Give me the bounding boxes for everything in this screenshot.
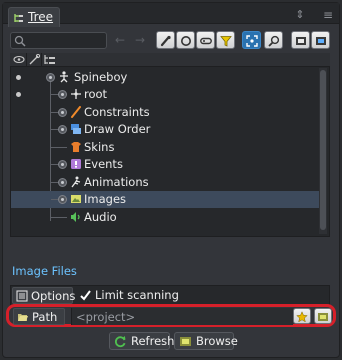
tree-icon xyxy=(14,14,23,22)
hierarchy-icon[interactable] xyxy=(44,54,56,65)
tab-bar: Tree ⇕ ≡ xyxy=(3,3,339,27)
open-folder-icon xyxy=(18,314,28,321)
expand-toggle[interactable] xyxy=(58,108,67,117)
search-icon xyxy=(14,35,26,47)
tree-row-label: Images xyxy=(84,192,127,206)
cut-button[interactable] xyxy=(291,31,310,49)
find-icon xyxy=(268,35,280,47)
expand-toggle[interactable] xyxy=(46,73,55,82)
attachments-filter-button[interactable] xyxy=(196,31,215,49)
back-arrow-icon[interactable]: ← xyxy=(112,32,128,48)
expand-toggle[interactable] xyxy=(58,125,67,134)
path-row-highlight: Path xyxy=(6,304,336,327)
keys-icon[interactable] xyxy=(29,54,41,65)
cut-icon xyxy=(296,37,306,45)
column-divider xyxy=(41,53,42,67)
visibility-dot[interactable] xyxy=(16,92,21,97)
audio-icon xyxy=(71,212,80,222)
skeleton-icon xyxy=(60,71,68,83)
tree-row[interactable]: Events xyxy=(11,156,319,173)
column-divider xyxy=(26,53,27,67)
star-icon xyxy=(296,311,308,323)
refresh-icon xyxy=(115,336,126,348)
draw-order-icon xyxy=(71,124,81,134)
tree-row-label: Animations xyxy=(84,175,149,189)
browse-folder-button[interactable] xyxy=(314,308,332,324)
find-button[interactable] xyxy=(264,31,283,49)
tree-search xyxy=(10,32,107,49)
expand-toggle[interactable] xyxy=(58,195,67,204)
tree-scrollbar-thumb[interactable] xyxy=(320,70,326,230)
favorite-button[interactable] xyxy=(293,308,311,324)
options-row: Options Limit scanning xyxy=(10,285,330,306)
tree-column-header xyxy=(10,53,330,67)
tree-row-label: Audio xyxy=(84,210,117,224)
tree-row[interactable]: Draw Order xyxy=(11,121,319,138)
expand-toggle[interactable] xyxy=(58,90,67,99)
bone-brush-icon xyxy=(160,35,171,47)
search-input[interactable] xyxy=(29,34,103,47)
tree-row-label: Draw Order xyxy=(84,122,151,136)
bones-filter-button[interactable] xyxy=(156,31,175,49)
tab-tree[interactable]: Tree xyxy=(8,7,60,27)
browse-folder-icon xyxy=(180,337,191,346)
folder-icon xyxy=(318,313,328,321)
browse-label: Browse xyxy=(196,334,238,348)
tree-row-label: Spineboy xyxy=(74,70,128,84)
browse-button[interactable]: Browse xyxy=(174,332,238,350)
events-icon xyxy=(71,159,81,169)
options-label: Options xyxy=(31,289,76,303)
visibility-icon[interactable] xyxy=(13,54,25,65)
expand-toggle[interactable] xyxy=(58,160,67,169)
tree-row[interactable]: Animations xyxy=(11,174,319,191)
constraints-filter-button[interactable] xyxy=(216,31,235,49)
tree-guide-line xyxy=(51,217,67,218)
focus-icon xyxy=(246,35,258,47)
path-label: Path xyxy=(32,310,58,324)
refresh-label: Refresh xyxy=(131,334,175,348)
tree-row[interactable]: Skins xyxy=(11,139,319,156)
tree-row-selected[interactable]: Images xyxy=(11,191,319,208)
options-icon xyxy=(16,290,28,302)
path-input[interactable] xyxy=(71,308,293,325)
animations-icon xyxy=(71,176,81,188)
tree-guide-line xyxy=(51,147,67,148)
sync-selection-button[interactable] xyxy=(242,31,261,49)
options-button[interactable]: Options xyxy=(12,287,76,304)
limit-scanning-checkbox[interactable] xyxy=(79,289,92,302)
visibility-dot[interactable] xyxy=(16,75,21,80)
funnel-icon xyxy=(220,36,232,47)
tree-row[interactable]: root xyxy=(11,86,319,103)
panel-resize-icon[interactable]: ⇕ xyxy=(293,8,307,22)
tab-tree-label: Tree xyxy=(28,10,54,24)
tree-row-label: Events xyxy=(84,157,123,171)
refresh-button[interactable]: Refresh xyxy=(109,332,174,350)
panel-menu-icon[interactable]: ≡ xyxy=(321,8,335,22)
tree-row-label: root xyxy=(84,87,108,101)
path-button[interactable]: Path xyxy=(13,308,65,325)
tree-row[interactable]: Constraints xyxy=(11,104,319,121)
tree-row[interactable]: Audio xyxy=(11,209,319,226)
section-title: Image Files xyxy=(12,264,77,278)
images-icon xyxy=(71,195,81,203)
forward-arrow-icon[interactable]: → xyxy=(132,32,148,48)
skins-icon xyxy=(71,142,81,152)
limit-scanning-label: Limit scanning xyxy=(95,288,179,302)
attachment-icon xyxy=(200,37,212,45)
paste-button[interactable] xyxy=(311,31,330,49)
tree-row-label: Skins xyxy=(84,140,115,154)
slot-circle-icon xyxy=(181,36,191,46)
tree-row[interactable]: Spineboy xyxy=(11,69,319,86)
expand-toggle[interactable] xyxy=(58,178,67,187)
constraints-icon xyxy=(71,106,81,118)
paste-icon xyxy=(316,37,326,45)
slots-filter-button[interactable] xyxy=(176,31,195,49)
bone-icon xyxy=(71,89,81,99)
tree-row-label: Constraints xyxy=(84,105,150,119)
